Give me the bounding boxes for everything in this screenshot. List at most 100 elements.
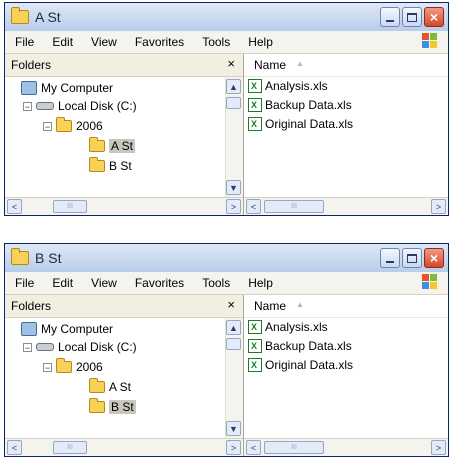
collapse-icon[interactable]: − (43, 121, 52, 131)
file-item[interactable]: Original Data.xls (248, 356, 353, 374)
folder-icon (56, 358, 72, 373)
horizontal-scrollbar[interactable]: < III > (244, 438, 448, 456)
menu-edit[interactable]: Edit (52, 276, 73, 290)
excel-file-icon (248, 358, 262, 372)
file-item[interactable]: Original Data.xls (248, 115, 353, 133)
tree-label: 2006 (76, 360, 103, 374)
horizontal-scrollbar[interactable]: < III > (5, 197, 243, 215)
menu-file[interactable]: File (15, 276, 34, 290)
scroll-left-button[interactable]: < (246, 440, 261, 455)
tree-item-2006[interactable]: − 2006 (43, 358, 103, 376)
menu-help[interactable]: Help (248, 276, 273, 290)
local-disk-icon (36, 102, 54, 110)
tree-item-b-st[interactable]: B St (89, 157, 132, 175)
folder-tree: My Computer − Local Disk (C:) − 2006 A S… (5, 77, 225, 197)
tree-item-b-st[interactable]: B St (89, 398, 136, 416)
files-pane: Name ▲ Analysis.xls Backup Data.xls Orig… (244, 54, 448, 215)
scroll-left-button[interactable]: < (246, 199, 261, 214)
file-name: Backup Data.xls (265, 98, 352, 112)
tree-item-my-computer[interactable]: My Computer (21, 320, 113, 338)
menu-tools[interactable]: Tools (202, 35, 230, 49)
file-name: Analysis.xls (265, 320, 328, 334)
folders-pane: Folders × My Computer − Local Disk (C:) … (5, 54, 244, 215)
horizontal-scrollbar[interactable]: < III > (244, 197, 448, 215)
scroll-thumb[interactable]: III (264, 441, 324, 454)
minimize-button[interactable] (380, 248, 400, 268)
menu-favorites[interactable]: Favorites (135, 35, 184, 49)
scroll-left-button[interactable]: < (7, 440, 22, 455)
folder-icon (89, 157, 105, 172)
tree-label: Local Disk (C:) (58, 340, 137, 354)
tree-item-my-computer[interactable]: My Computer (21, 79, 113, 97)
menu-file[interactable]: File (15, 35, 34, 49)
tree-item-a-st[interactable]: A St (89, 378, 131, 396)
tree-item-2006[interactable]: − 2006 (43, 117, 103, 135)
scroll-up-button[interactable]: ▲ (226, 79, 241, 94)
folder-icon (89, 398, 105, 413)
close-icon: × (429, 9, 439, 25)
vertical-scrollbar[interactable]: ▲ ▼ (225, 318, 243, 438)
vertical-scrollbar[interactable]: ▲ ▼ (225, 77, 243, 197)
tree-item-local-disk[interactable]: − Local Disk (C:) (23, 97, 137, 115)
close-button[interactable]: × (424, 248, 444, 268)
scroll-right-button[interactable]: > (226, 440, 241, 455)
menu-tools[interactable]: Tools (202, 276, 230, 290)
menu-view[interactable]: View (91, 276, 117, 290)
scroll-thumb[interactable]: III (264, 200, 324, 213)
scroll-down-button[interactable]: ▼ (226, 421, 241, 436)
file-item[interactable]: Backup Data.xls (248, 337, 352, 355)
minimize-button[interactable] (380, 7, 400, 27)
maximize-button[interactable] (402, 248, 422, 268)
menu-view[interactable]: View (91, 35, 117, 49)
excel-file-icon (248, 320, 262, 334)
tree-label: A St (109, 380, 132, 394)
column-header-name[interactable]: Name (254, 299, 286, 313)
scroll-thumb[interactable] (226, 338, 241, 350)
scroll-thumb[interactable] (226, 97, 241, 109)
folder-icon (89, 378, 105, 393)
scroll-left-button[interactable]: < (7, 199, 22, 214)
title-bar[interactable]: A St × (5, 3, 448, 31)
excel-file-icon (248, 117, 262, 131)
close-button[interactable]: × (424, 7, 444, 27)
window-title: A St (35, 9, 61, 25)
scroll-thumb[interactable]: III (53, 200, 87, 213)
folders-close-button[interactable]: × (227, 297, 235, 312)
scroll-up-button[interactable]: ▲ (226, 320, 241, 335)
excel-file-icon (248, 339, 262, 353)
local-disk-icon (36, 343, 54, 351)
scroll-right-button[interactable]: > (431, 440, 446, 455)
menu-edit[interactable]: Edit (52, 35, 73, 49)
scroll-right-button[interactable]: > (226, 199, 241, 214)
scroll-right-button[interactable]: > (431, 199, 446, 214)
menu-help[interactable]: Help (248, 35, 273, 49)
file-item[interactable]: Analysis.xls (248, 318, 328, 336)
explorer-window-b-st: B St × File Edit View Favorites Tools He… (4, 243, 449, 457)
tree-label: My Computer (41, 322, 114, 336)
file-item[interactable]: Backup Data.xls (248, 96, 352, 114)
column-header-name[interactable]: Name (254, 58, 286, 72)
maximize-icon (407, 12, 417, 22)
collapse-icon[interactable]: − (23, 342, 32, 352)
scroll-thumb[interactable]: III (53, 441, 87, 454)
collapse-icon[interactable]: − (23, 101, 32, 111)
title-bar[interactable]: B St × (5, 244, 448, 272)
file-item[interactable]: Analysis.xls (248, 77, 328, 95)
tree-label: 2006 (76, 119, 103, 133)
minimize-icon (386, 261, 394, 263)
tree-item-local-disk[interactable]: − Local Disk (C:) (23, 338, 137, 356)
collapse-icon[interactable]: − (43, 362, 52, 372)
tree-label: My Computer (41, 81, 114, 95)
menu-favorites[interactable]: Favorites (135, 276, 184, 290)
folders-label: Folders (11, 58, 52, 72)
scroll-down-button[interactable]: ▼ (226, 180, 241, 195)
horizontal-scrollbar[interactable]: < III > (5, 438, 243, 456)
tree-item-a-st[interactable]: A St (89, 137, 136, 155)
my-computer-icon (21, 322, 37, 336)
folders-close-button[interactable]: × (227, 56, 235, 71)
folder-icon (89, 137, 105, 152)
minimize-icon (386, 20, 394, 22)
maximize-button[interactable] (402, 7, 422, 27)
tree-label-selected: B St (109, 400, 136, 414)
file-name: Backup Data.xls (265, 339, 352, 353)
